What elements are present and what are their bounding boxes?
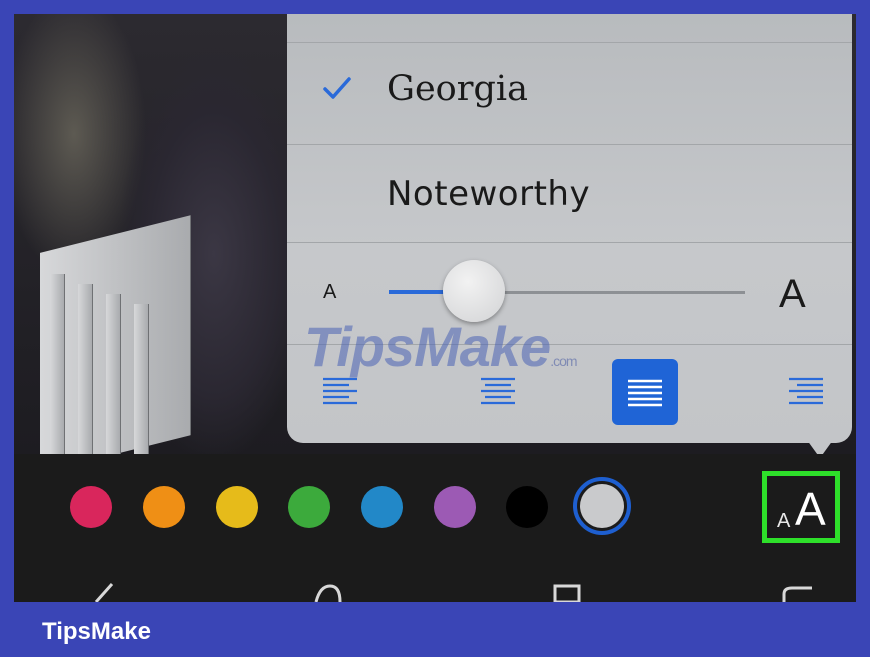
text-box-tool-icon[interactable] — [552, 580, 582, 602]
color-swatch-yellow[interactable] — [216, 486, 258, 528]
markup-toolbar — [14, 454, 856, 602]
railing-post — [106, 294, 121, 454]
text-style-small-a: A — [777, 510, 791, 532]
separator — [287, 242, 852, 243]
color-swatch-white[interactable] — [580, 484, 624, 528]
font-label-georgia: Georgia — [387, 69, 528, 109]
pen-tool-icon[interactable] — [92, 580, 122, 602]
railing-post — [50, 274, 65, 454]
text-size-small-label: A — [323, 281, 337, 303]
text-size-slider-thumb[interactable] — [443, 260, 505, 322]
device-screen: Georgia Noteworthy A A A A TipsMake.com — [14, 14, 856, 602]
separator — [287, 42, 852, 43]
color-swatch-purple[interactable] — [434, 486, 476, 528]
align-right-button[interactable] — [767, 359, 833, 425]
color-swatch-black[interactable] — [506, 486, 548, 528]
color-swatch-orange[interactable] — [143, 486, 185, 528]
watermark-suffix: .com — [550, 353, 577, 369]
watermark-text: TipsMake — [304, 315, 551, 378]
railing-post — [78, 284, 93, 454]
font-label-noteworthy: Noteworthy — [387, 174, 591, 214]
watermark: TipsMake.com — [304, 314, 578, 379]
text-style-button[interactable]: A A — [762, 471, 840, 543]
align-right-icon — [789, 377, 823, 405]
color-swatch-red[interactable] — [70, 486, 112, 528]
brand-label: TipsMake — [42, 618, 151, 645]
color-swatch-blue[interactable] — [361, 486, 403, 528]
checkmark-icon — [323, 77, 351, 99]
shapes-tool-icon[interactable] — [310, 580, 346, 602]
text-size-large-label: A — [779, 272, 806, 316]
text-style-large-a: A — [795, 483, 826, 535]
align-justify-icon — [628, 379, 662, 407]
railing-post — [134, 304, 149, 454]
color-swatch-green[interactable] — [288, 486, 330, 528]
undo-icon[interactable] — [778, 580, 818, 602]
tutorial-frame: Georgia Noteworthy A A A A TipsMake.com … — [0, 0, 870, 657]
font-option-georgia[interactable] — [287, 44, 852, 144]
align-justify-button[interactable] — [612, 359, 678, 425]
